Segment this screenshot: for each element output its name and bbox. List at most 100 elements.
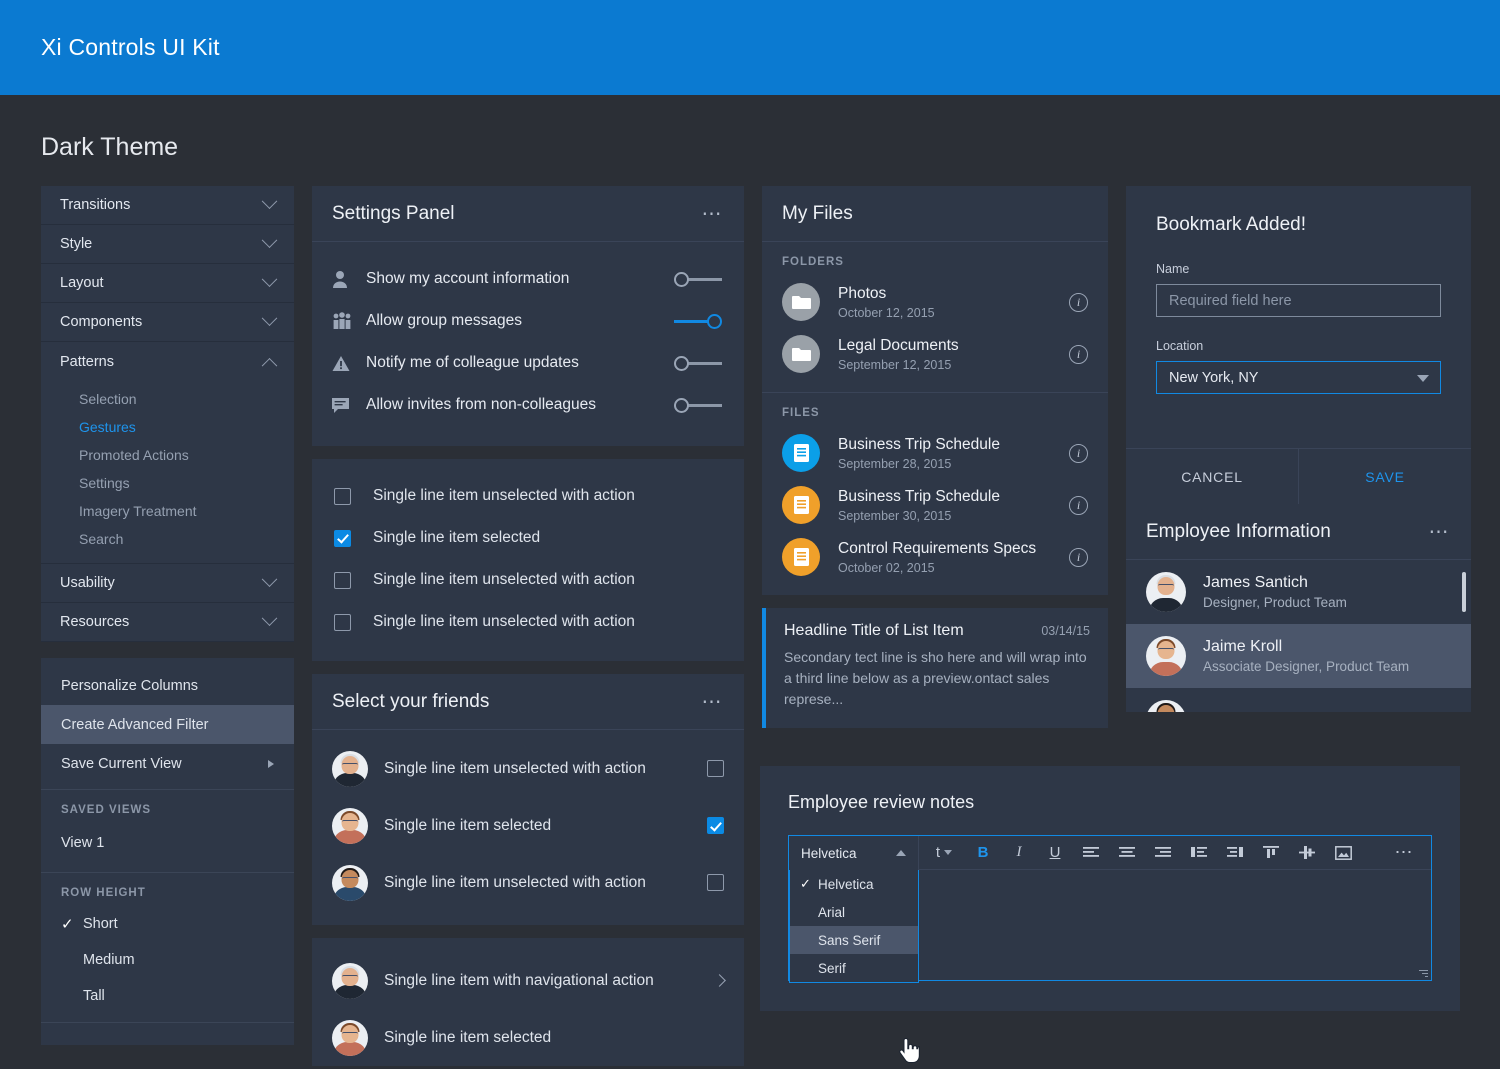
font-option-sans-serif[interactable]: Sans Serif (790, 926, 918, 954)
overflow-menu-icon[interactable]: ⋯ (702, 692, 725, 712)
nav-row[interactable]: Single line item selected (332, 1009, 724, 1066)
align-left-icon[interactable] (1073, 836, 1109, 870)
align-top-icon[interactable] (1253, 836, 1289, 870)
underline-icon[interactable]: U (1037, 836, 1073, 870)
folder-meta: Legal Documents September 12, 2015 (820, 337, 1069, 372)
info-icon[interactable]: i (1069, 292, 1088, 312)
menu-item-create-advanced-filter[interactable]: Create Advanced Filter (41, 705, 294, 744)
employee-row[interactable]: Jason Robles (1126, 688, 1471, 712)
toggle-account-information[interactable] (674, 269, 724, 289)
headline-list-item-card[interactable]: Headline Title of List Item 03/14/15 Sec… (762, 608, 1108, 728)
headline-secondary-text: Secondary tect line is sho here and will… (784, 649, 1087, 707)
sidebar-section-resources[interactable]: Resources (41, 603, 294, 642)
friend-label: Single line item unselected with action (384, 759, 646, 777)
sidebar-item-selection[interactable]: Selection (41, 385, 294, 413)
save-button[interactable]: SAVE (1299, 449, 1471, 504)
sidebar-section-usability[interactable]: Usability (41, 564, 294, 603)
setting-row-group-messages[interactable]: Allow group messages (332, 300, 724, 342)
row-height-option-medium[interactable]: Medium (41, 942, 294, 978)
info-icon[interactable]: i (1069, 495, 1088, 515)
font-size-select[interactable]: t (923, 836, 965, 870)
checkbox-checked-icon[interactable] (707, 817, 724, 834)
sidebar-section-style[interactable]: Style (41, 225, 294, 264)
folder-icon (782, 335, 820, 373)
align-center-icon[interactable] (1109, 836, 1145, 870)
file-row[interactable]: Control Requirements Specs October 02, 2… (782, 531, 1088, 583)
sidebar-item-promoted-actions[interactable]: Promoted Actions (41, 441, 294, 469)
info-icon[interactable]: i (1069, 443, 1088, 463)
checkbox-row[interactable]: Single line item unselected with action (334, 559, 722, 601)
row-height-option-short[interactable]: ✓ Short (41, 906, 294, 942)
row-height-option-tall[interactable]: Tall (41, 978, 294, 1014)
setting-row-colleague-updates[interactable]: Notify me of colleague updates (332, 342, 724, 384)
sidebar-section-layout[interactable]: Layout (41, 264, 294, 303)
friend-row[interactable]: Single line item unselected with action (332, 740, 724, 797)
editor-overflow-icon[interactable]: ⋯ (1395, 842, 1428, 863)
italic-icon[interactable]: I (1001, 836, 1037, 870)
employee-row[interactable]: Jaime Kroll Associate Designer, Product … (1126, 624, 1471, 688)
sidebar-item-settings[interactable]: Settings (41, 469, 294, 497)
checkbox-label: Single line item unselected with action (373, 571, 635, 588)
folder-row[interactable]: Photos October 12, 2015 i (782, 276, 1088, 328)
align-middle-icon[interactable] (1289, 836, 1325, 870)
checkbox-unchecked-icon[interactable] (334, 613, 351, 631)
chevron-down-icon (261, 231, 278, 248)
bold-icon[interactable]: B (965, 836, 1001, 870)
sidebar-section-components[interactable]: Components (41, 303, 294, 342)
sidebar-section-transitions[interactable]: Transitions (41, 186, 294, 225)
checkbox-label: Single line item selected (373, 529, 541, 546)
checkbox-row[interactable]: Single line item selected (334, 517, 722, 559)
checkbox-unchecked-icon[interactable] (707, 874, 724, 891)
setting-row-account-information[interactable]: Show my account information (332, 258, 724, 300)
scrollbar-thumb[interactable] (1462, 572, 1466, 612)
checkbox-unchecked-icon[interactable] (334, 571, 351, 589)
toggle-colleague-updates[interactable] (674, 353, 724, 373)
setting-row-non-colleague-invites[interactable]: Allow invites from non-colleagues (332, 384, 724, 426)
bookmark-dialog: Bookmark Added! Name Location CANCEL SAV… (1126, 186, 1471, 504)
toggle-non-colleague-invites[interactable] (674, 395, 724, 415)
files-caption: FILES (782, 407, 820, 419)
files-panel-title: My Files (782, 202, 853, 224)
sidebar-section-patterns[interactable]: Patterns (41, 342, 294, 381)
cancel-button[interactable]: CANCEL (1126, 449, 1299, 504)
navigational-rows: Single line item with navigational actio… (312, 938, 744, 1066)
sidebar-item-imagery-treatment[interactable]: Imagery Treatment (41, 497, 294, 525)
name-input[interactable] (1156, 284, 1441, 317)
sidebar-item-search[interactable]: Search (41, 525, 294, 553)
checkbox-unchecked-icon[interactable] (707, 760, 724, 777)
menu-item-save-current-view[interactable]: Save Current View (41, 744, 294, 783)
folders-caption: FOLDERS (782, 256, 844, 268)
font-family-select[interactable]: Helvetica (789, 836, 919, 870)
checkbox-unchecked-icon[interactable] (334, 487, 351, 505)
friend-row[interactable]: Single line item unselected with action (332, 854, 724, 911)
friend-row[interactable]: Single line item selected (332, 797, 724, 854)
overflow-menu-icon[interactable]: ⋯ (702, 204, 725, 224)
font-option-helvetica[interactable]: ✓ Helvetica (790, 870, 918, 898)
toggle-group-messages[interactable] (674, 311, 724, 331)
location-select[interactable] (1156, 361, 1441, 394)
employee-row[interactable]: James Santich Designer, Product Team (1126, 560, 1471, 624)
checkbox-row[interactable]: Single line item unselected with action (334, 601, 722, 643)
info-icon[interactable]: i (1069, 344, 1088, 364)
folder-row[interactable]: Legal Documents September 12, 2015 i (782, 328, 1088, 380)
indent-increase-icon[interactable] (1181, 836, 1217, 870)
font-option-serif[interactable]: Serif (790, 954, 918, 982)
info-icon[interactable]: i (1069, 547, 1088, 567)
font-option-arial[interactable]: Arial (790, 898, 918, 926)
checkbox-row[interactable]: Single line item unselected with action (334, 475, 722, 517)
insert-image-icon[interactable] (1325, 836, 1361, 870)
overflow-menu-icon[interactable]: ⋯ (1429, 522, 1452, 542)
sidebar: Transitions Style Layout Components Patt… (41, 186, 294, 1045)
file-row[interactable]: Business Trip Schedule September 28, 201… (782, 427, 1088, 479)
nav-row[interactable]: Single line item with navigational actio… (332, 952, 726, 1009)
indent-decrease-icon[interactable] (1217, 836, 1253, 870)
align-right-icon[interactable] (1145, 836, 1181, 870)
menu-item-personalize-columns[interactable]: Personalize Columns (41, 666, 294, 705)
file-row[interactable]: Business Trip Schedule September 30, 201… (782, 479, 1088, 531)
checkbox-checked-icon[interactable] (334, 529, 351, 547)
resize-handle[interactable] (1418, 968, 1428, 978)
chat-icon (332, 397, 366, 414)
chevron-right-icon (268, 759, 274, 768)
sidebar-item-gestures[interactable]: Gestures (41, 413, 294, 441)
menu-item-view-1[interactable]: View 1 (41, 823, 294, 862)
